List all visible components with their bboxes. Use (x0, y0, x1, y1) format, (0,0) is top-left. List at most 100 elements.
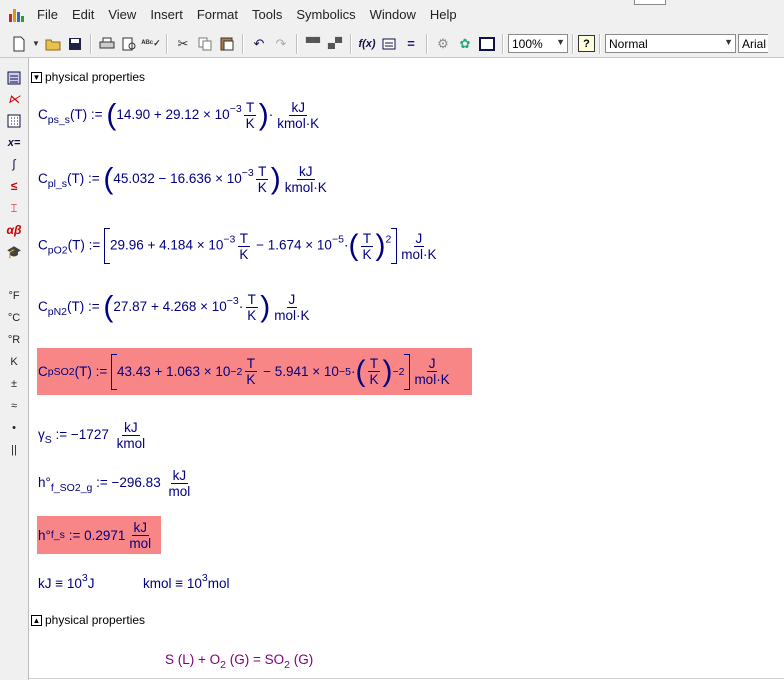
toolbar-separator (296, 33, 298, 54)
rankine-icon[interactable]: °R (4, 330, 24, 350)
bullet-icon[interactable]: • (4, 418, 24, 438)
exponent: −2 (230, 365, 243, 378)
var-name: h° (38, 475, 51, 491)
menu-file[interactable]: File (30, 0, 65, 30)
reaction-part: (G) (289, 652, 314, 667)
kelvin-icon[interactable]: K (4, 352, 24, 372)
collapse-triangle-icon[interactable]: ▼ (31, 71, 42, 83)
toolbar-separator (242, 33, 244, 54)
plus-minus-icon[interactable]: ± (4, 374, 24, 394)
print-preview-icon[interactable] (118, 33, 140, 55)
unit-definition-kj[interactable]: kJ ≡ 103J (38, 572, 95, 591)
menu-help[interactable]: Help (423, 0, 464, 30)
calculator-icon[interactable] (4, 68, 24, 88)
reaction-text[interactable]: S (L) + O2 (G) = SO2 (G) (165, 652, 313, 671)
menu-window[interactable]: Window (363, 0, 423, 30)
approx-icon[interactable]: ≈ (4, 396, 24, 416)
unit-num: kJ (131, 519, 150, 536)
polynomial-term: − 1.674 × 10 (256, 237, 332, 253)
parallel-icon[interactable]: || (4, 440, 24, 460)
exponent: −3 (229, 103, 242, 116)
menu-tools[interactable]: Tools (245, 0, 289, 30)
unit-definition-kmol[interactable]: kmol ≡ 103mol (143, 572, 230, 591)
definition-unit: mol (207, 576, 230, 591)
align-down-icon[interactable]: ▄▀ (324, 33, 346, 55)
greek-icon[interactable]: αβ (4, 220, 24, 240)
cut-icon[interactable]: ✂ (172, 33, 194, 55)
fahrenheit-icon[interactable]: °F (4, 286, 24, 306)
redo-icon[interactable]: ↷ (270, 33, 292, 55)
unit-den: mol (168, 484, 191, 499)
zoom-select[interactable]: 100% ▼ (508, 34, 568, 53)
equation-cpl[interactable]: Cpl_s(T) := (45.032 − 16.636 × 10−3 T K) kJ… (38, 164, 331, 195)
menu-insert[interactable]: Insert (143, 0, 190, 30)
reaction-part: (G) = SO (225, 652, 285, 667)
polynomial-term: − 5.941 × 10 (263, 364, 339, 379)
equation-cpn2[interactable]: CpN2(T) := (27.87 + 4.268 × 10−3· T K) Jmol… (38, 292, 314, 323)
unit-num: kJ (297, 164, 315, 180)
calculus-icon[interactable]: ∫ (4, 154, 24, 174)
mathcad-app-icon[interactable] (8, 7, 24, 23)
graph-icon[interactable]: ⋉ (4, 89, 24, 109)
calculate-icon[interactable]: = (400, 33, 422, 55)
menu-view[interactable]: View (101, 0, 143, 30)
var-subscript: ps_s (47, 114, 70, 127)
celsius-icon[interactable]: °C (4, 308, 24, 328)
save-icon[interactable] (64, 33, 86, 55)
paste-icon[interactable] (216, 33, 238, 55)
boolean-icon[interactable]: ≤ (4, 176, 24, 196)
equation-h-f-s[interactable]: h° f_s := 0.2971 kJ mol (37, 516, 161, 554)
polynomial: 45.032 − 16.636 × 10 (113, 171, 242, 187)
symbolic-icon[interactable]: 🎓 (4, 242, 24, 262)
menu-edit[interactable]: Edit (65, 0, 101, 30)
exponent: −5 (338, 365, 351, 378)
equation-cpo2[interactable]: CpO2(T) := 29.96 + 4.184 × 10−3 T K − 1.67… (38, 228, 441, 264)
programming-icon[interactable]: ⌶ (4, 198, 24, 218)
component-icon[interactable]: ⚙ (432, 33, 454, 55)
copy-icon[interactable] (194, 33, 216, 55)
frac-num: T (367, 356, 381, 372)
collapsible-area-header[interactable]: ▼ physical properties (31, 70, 145, 84)
equation-cps[interactable]: Cps_s(T) := (14.90 + 29.12 × 10−3 T K)· kJ k… (38, 100, 323, 131)
menu-symbolics[interactable]: Symbolics (289, 0, 362, 30)
worksheet[interactable]: ▼ physical properties Cps_s(T) := (14.90… (29, 58, 784, 680)
new-document-icon[interactable] (8, 33, 30, 55)
polynomial: 29.96 + 4.184 × 10 (110, 237, 224, 253)
expand-triangle-icon[interactable]: ▲ (31, 614, 42, 626)
font-select[interactable]: Arial (738, 34, 768, 53)
print-icon[interactable] (96, 33, 118, 55)
equation-h-f-so2[interactable]: h°f_SO2_g := −296.83 kJ mol (38, 468, 194, 499)
definition-value: := 0.2971 (68, 527, 126, 543)
unit-fraction: Jmol·K (399, 231, 438, 262)
fraction-t: TK (244, 356, 257, 387)
fraction-t: TK (237, 231, 250, 262)
align-top-icon[interactable]: ▀▀ (302, 33, 324, 55)
matrix-icon[interactable] (4, 111, 24, 131)
open-folder-icon[interactable] (42, 33, 64, 55)
undo-icon[interactable]: ↶ (248, 33, 270, 55)
resource-center-icon[interactable]: ✿ (454, 33, 476, 55)
menu-format[interactable]: Format (190, 0, 245, 30)
unit-den: mol·K (274, 308, 310, 323)
frac-num: T (360, 230, 374, 247)
frac-den: K (362, 246, 372, 262)
unit-fraction: kJ mol (166, 468, 192, 499)
equation-cpso2[interactable]: CpSO2 (T) := 43.43 + 1.063 × 10 −2 T K − 5.9… (37, 348, 472, 395)
equation-gamma-s[interactable]: γS := −1727 kJ kmol (38, 420, 149, 451)
collapsible-area-footer[interactable]: ▲ physical properties (31, 613, 145, 627)
spell-check-icon[interactable]: ᴬᴮᶜ✓ (140, 33, 162, 55)
evaluation-icon[interactable]: x= (4, 133, 24, 153)
insert-function-icon[interactable]: f(x) (356, 33, 378, 55)
style-select[interactable]: Normal ▼ (605, 34, 736, 53)
window-toggle-icon[interactable] (476, 33, 498, 55)
var-name: C (38, 107, 48, 123)
var-subscript: pSO2 (47, 365, 75, 378)
insert-unit-icon[interactable] (378, 33, 400, 55)
help-icon[interactable]: ? (578, 35, 595, 52)
unit-num: kJ (122, 420, 140, 436)
exponent: −3 (241, 167, 254, 180)
exponent: −3 (223, 233, 236, 246)
new-dropdown-chevron-icon[interactable]: ▼ (30, 33, 42, 55)
toolbar-separator (502, 33, 504, 54)
frac-den: K (239, 246, 249, 262)
